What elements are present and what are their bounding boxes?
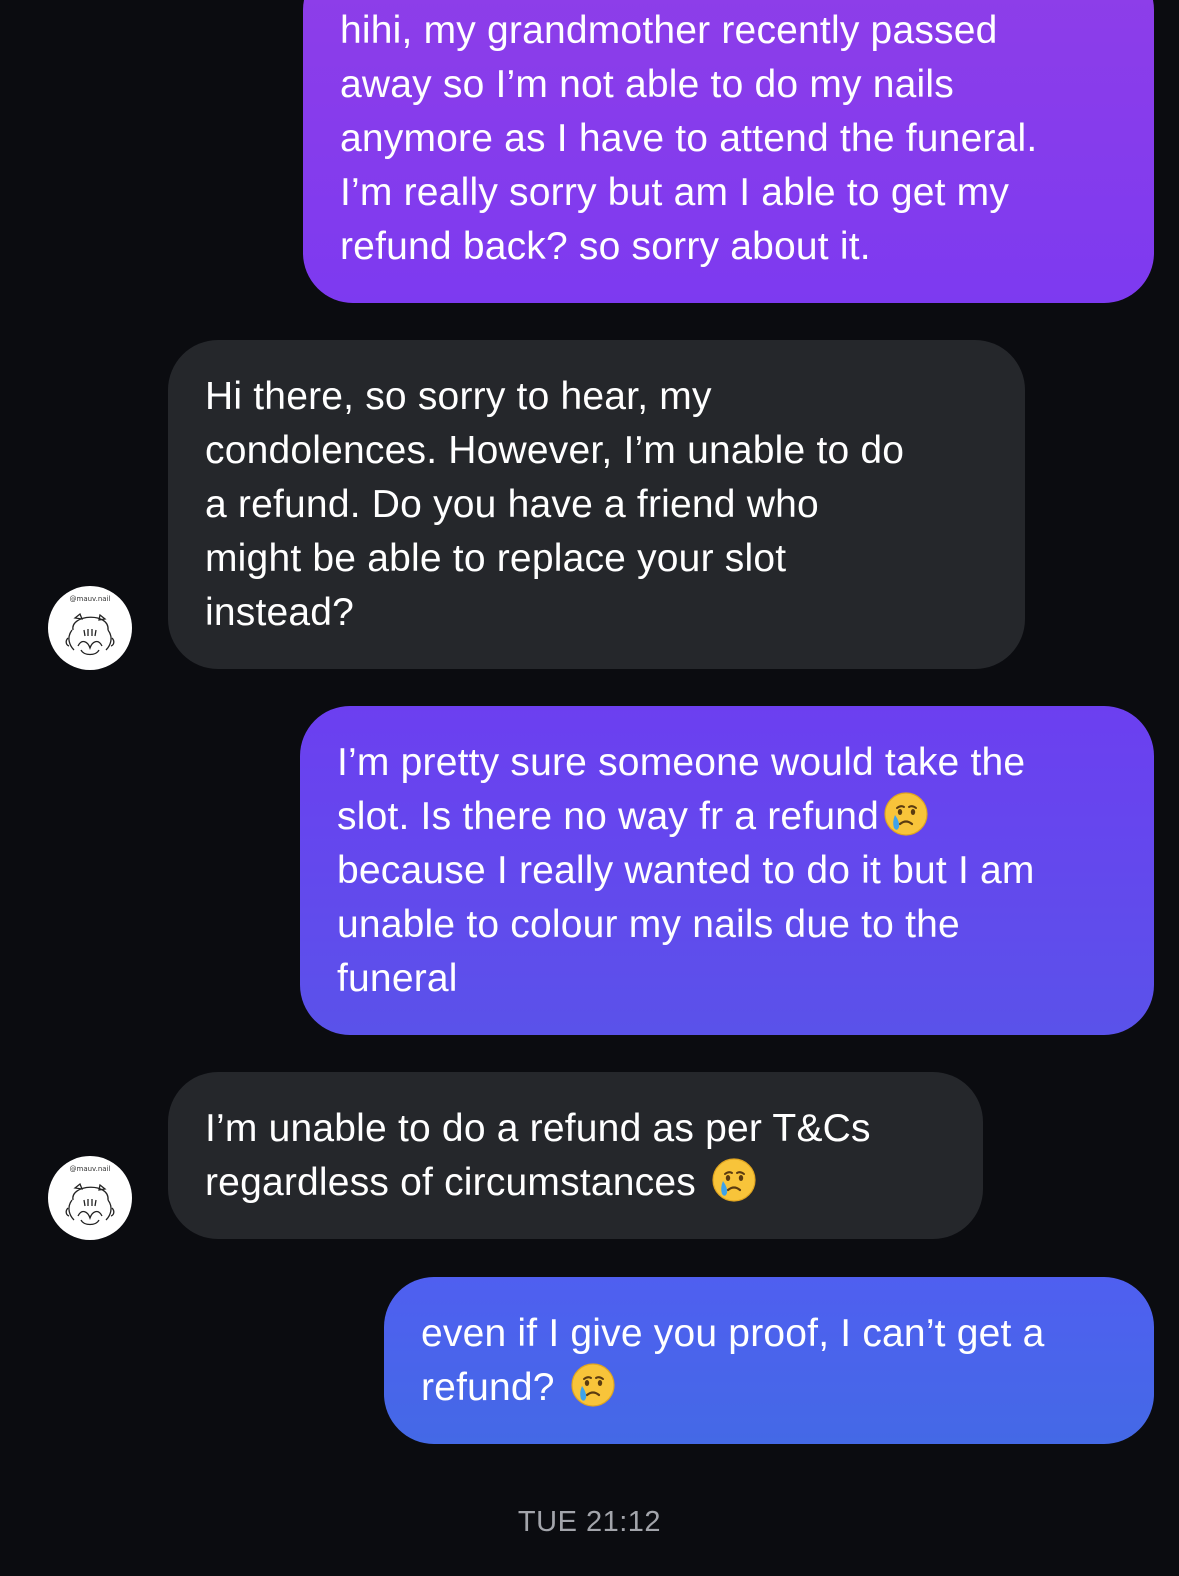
message-text: hihi, my grandmother recently passed awa… bbox=[340, 9, 1038, 268]
sent-message-bubble[interactable]: hihi, my grandmother recently passed awa… bbox=[303, 0, 1154, 303]
sent-message-bubble[interactable]: I’m pretty sure someone would take the s… bbox=[300, 706, 1154, 1035]
avatar-handle-text: @mauv.nail bbox=[69, 1165, 111, 1173]
received-message-bubble[interactable]: I’m unable to do a refund as per T&Cs re… bbox=[168, 1072, 983, 1239]
message-timestamp: TUE 21:12 bbox=[517, 1506, 662, 1538]
avatar-handle-text: @mauv.nail bbox=[69, 595, 111, 603]
message-text: Hi there, so sorry to hear, my condolenc… bbox=[205, 375, 905, 634]
received-message-bubble[interactable]: Hi there, so sorry to hear, my condolenc… bbox=[168, 340, 1025, 669]
message-text: even if I give you proof, I can’t get a … bbox=[421, 1312, 1045, 1409]
contact-avatar[interactable]: @mauv.nail bbox=[48, 1156, 132, 1240]
crying-smile-emoji-icon bbox=[571, 1363, 615, 1407]
crying-smile-emoji-icon bbox=[884, 792, 928, 836]
message-text: I’m unable to do a refund as per T&Cs re… bbox=[205, 1107, 871, 1204]
contact-avatar[interactable]: @mauv.nail bbox=[48, 586, 132, 670]
crying-smile-emoji-icon bbox=[712, 1158, 756, 1202]
message-text-continued: because I really wanted to do it but I a… bbox=[337, 849, 1035, 1000]
sent-message-bubble[interactable]: even if I give you proof, I can’t get a … bbox=[384, 1277, 1154, 1444]
